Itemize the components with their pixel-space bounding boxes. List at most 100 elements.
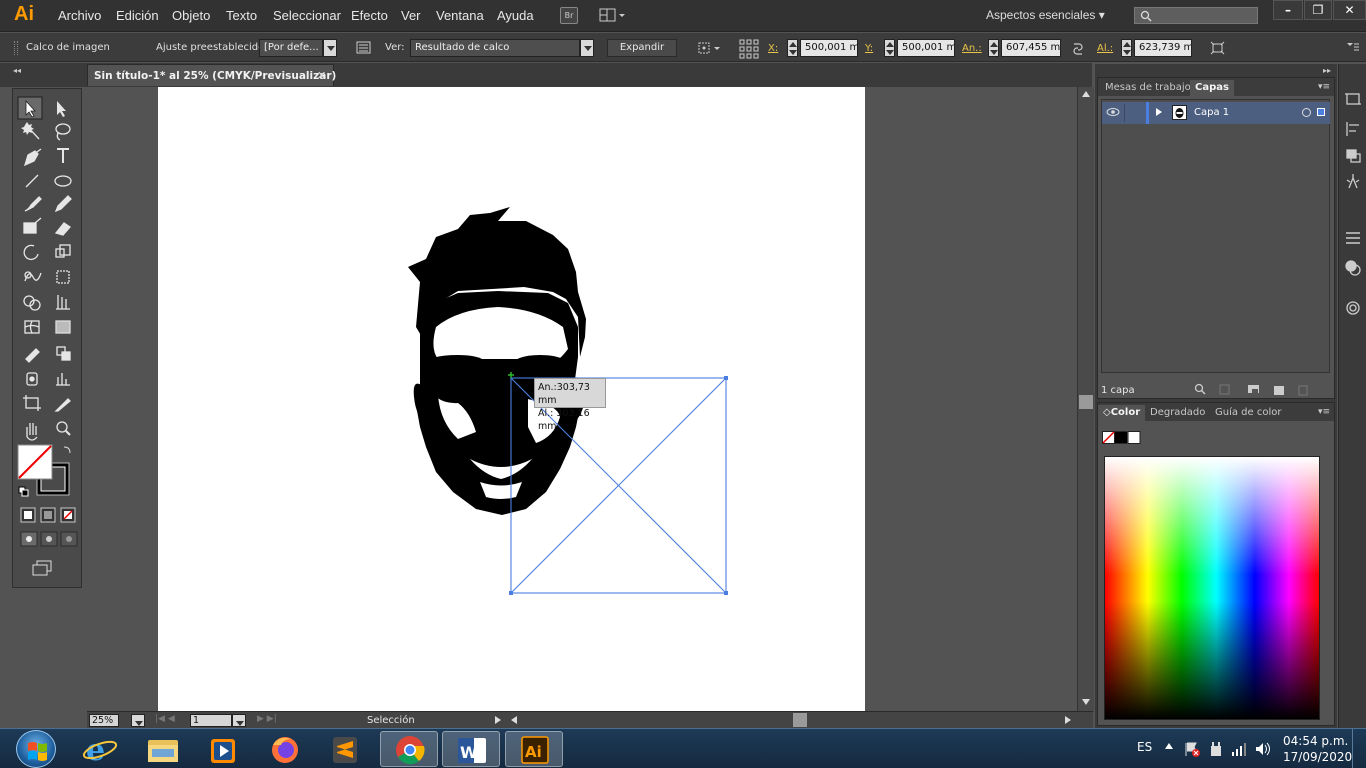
graphic-styles-panel-icon[interactable] — [1346, 301, 1360, 315]
free-transform-tool-icon[interactable] — [56, 270, 70, 284]
menu-archivo[interactable]: Archivo — [58, 8, 101, 23]
horizontal-scroll-thumb[interactable] — [793, 713, 807, 727]
clipping-mask-icon[interactable] — [1219, 384, 1230, 395]
y-field[interactable]: 500,001 mm — [897, 39, 955, 57]
close-icon[interactable]: ✕ — [317, 69, 326, 82]
help-search-input[interactable] — [1134, 7, 1258, 24]
action-center-flag-icon[interactable] — [1185, 742, 1200, 757]
scroll-up-icon[interactable] — [1082, 91, 1090, 97]
blend-tool-icon[interactable] — [56, 346, 71, 361]
artboard-dropdown[interactable] — [232, 714, 246, 727]
symbols-panel-icon[interactable] — [1346, 174, 1360, 189]
mesh-tool-icon[interactable] — [24, 320, 40, 334]
x-field[interactable]: 500,001 mm — [800, 39, 858, 57]
tab-capas[interactable]: Capas — [1190, 80, 1234, 96]
default-fill-stroke-icon[interactable] — [18, 486, 29, 497]
align-panel-icon[interactable] — [1346, 122, 1359, 136]
paintbrush-tool-icon[interactable] — [24, 196, 42, 212]
width-field[interactable]: 607,455 mm — [1001, 39, 1061, 57]
menu-ver[interactable]: Ver — [401, 8, 421, 23]
scroll-right-icon[interactable] — [1065, 716, 1071, 724]
arrange-documents-button[interactable] — [598, 7, 626, 24]
pathfinder-panel-icon[interactable] — [1346, 149, 1361, 163]
taskbar-chrome[interactable] — [380, 731, 438, 767]
taskbar-word[interactable]: W — [442, 731, 500, 767]
x-spinner[interactable] — [787, 39, 798, 57]
width-spinner[interactable] — [988, 39, 999, 57]
preset-select[interactable]: [Por defe... — [259, 39, 323, 57]
tab-degradado[interactable]: Degradado — [1145, 405, 1210, 421]
expand-dock-icon[interactable]: ▸▸ — [1323, 66, 1331, 75]
taskbar-firefox[interactable] — [256, 731, 314, 767]
ellipse-tool-icon[interactable] — [54, 175, 72, 187]
pen-tool-icon[interactable] — [23, 148, 42, 167]
hand-tool-icon[interactable] — [26, 423, 38, 441]
stroke-panel-icon[interactable] — [1346, 232, 1360, 244]
artboard[interactable] — [158, 87, 865, 711]
volume-icon[interactable] — [1256, 742, 1270, 756]
height-spinner[interactable] — [1121, 39, 1132, 57]
scale-tool-icon[interactable] — [55, 244, 71, 258]
pencil-tool-icon[interactable] — [54, 195, 72, 213]
artboard-tool-icon[interactable] — [23, 395, 41, 411]
collapse-toolbar-icon[interactable]: ◂◂ — [13, 66, 21, 75]
appearance-panel-icon[interactable] — [1345, 260, 1361, 276]
document-tab[interactable]: Sin título-1* al 25% (CMYK/Previsualizar… — [87, 64, 336, 86]
target-circle-icon[interactable] — [1302, 108, 1311, 117]
drawing-mode-buttons[interactable] — [20, 531, 78, 547]
zoom-field[interactable]: 25% — [89, 714, 119, 727]
clock-date[interactable]: 17/09/2020 — [1283, 750, 1352, 764]
gradient-tool-icon[interactable] — [55, 320, 71, 334]
taskbar-internet-explorer[interactable]: e — [72, 731, 130, 768]
tab-color[interactable]: ◇Color — [1098, 405, 1146, 421]
tab-guia-de-color[interactable]: Guía de color — [1210, 405, 1286, 421]
direct-selection-tool-icon[interactable] — [57, 101, 66, 117]
clock-time[interactable]: 04:54 p.m. — [1283, 734, 1348, 748]
layer-row[interactable]: Capa 1 — [1102, 102, 1330, 124]
height-field[interactable]: 623,739 mm — [1134, 39, 1192, 57]
traced-face-illustration[interactable] — [158, 87, 865, 711]
menu-edicion[interactable]: Edición — [116, 8, 159, 23]
expand-button[interactable]: Expandir — [607, 39, 677, 57]
artboards-panel-icon[interactable] — [1345, 93, 1361, 105]
new-layer-icon[interactable] — [1274, 386, 1284, 395]
tracing-options-button[interactable] — [356, 41, 372, 58]
scroll-left-icon[interactable] — [511, 716, 517, 724]
lock-toggle[interactable] — [1124, 104, 1142, 122]
selection-tool-icon[interactable] — [17, 96, 43, 120]
close-button[interactable]: ✕ — [1333, 0, 1366, 20]
taskbar-file-explorer[interactable] — [134, 731, 192, 767]
shape-builder-tool-icon[interactable] — [23, 295, 41, 311]
vertical-scroll-thumb[interactable] — [1079, 395, 1093, 409]
new-sublayer-icon[interactable] — [1248, 385, 1259, 394]
artboard-nav-first-icon[interactable]: |◀ ◀ — [155, 714, 175, 724]
expand-layer-icon[interactable] — [1156, 108, 1162, 116]
fill-stroke-swatch[interactable] — [17, 444, 70, 496]
start-button[interactable] — [16, 730, 56, 768]
constrain-proportions-button[interactable] — [1071, 42, 1085, 59]
taskbar-illustrator[interactable]: Ai — [505, 731, 563, 767]
workspace-switcher[interactable]: Aspectos esenciales ▾ — [986, 8, 1105, 22]
swap-fill-stroke-icon[interactable] — [63, 446, 71, 454]
menu-objeto[interactable]: Objeto — [172, 8, 210, 23]
grip-handle[interactable] — [14, 41, 18, 55]
preset-dropdown-arrow[interactable] — [323, 39, 337, 57]
show-desktop-button[interactable] — [1352, 729, 1366, 768]
magic-wand-tool-icon[interactable] — [21, 122, 40, 140]
show-hidden-icons[interactable] — [1165, 743, 1173, 749]
menu-seleccionar[interactable]: Seleccionar — [273, 8, 341, 23]
vertical-scrollbar[interactable] — [1077, 87, 1094, 712]
rotate-tool-icon[interactable] — [23, 244, 39, 261]
restore-button[interactable]: ❐ — [1304, 0, 1332, 20]
network-signal-icon[interactable] — [1232, 743, 1246, 756]
type-tool-icon[interactable] — [57, 148, 69, 163]
power-plug-icon[interactable] — [1211, 742, 1221, 756]
delete-layer-icon[interactable] — [1298, 385, 1308, 396]
panel-menu-icon[interactable]: ▾≡ — [1318, 407, 1330, 417]
artboard-number-field[interactable]: 1 — [190, 714, 232, 727]
warp-tool-icon[interactable] — [24, 271, 42, 282]
line-segment-tool-icon[interactable] — [25, 174, 39, 188]
menu-ayuda[interactable]: Ayuda — [497, 8, 534, 23]
zoom-tool-icon[interactable] — [56, 421, 71, 436]
zoom-dropdown[interactable] — [131, 714, 145, 727]
